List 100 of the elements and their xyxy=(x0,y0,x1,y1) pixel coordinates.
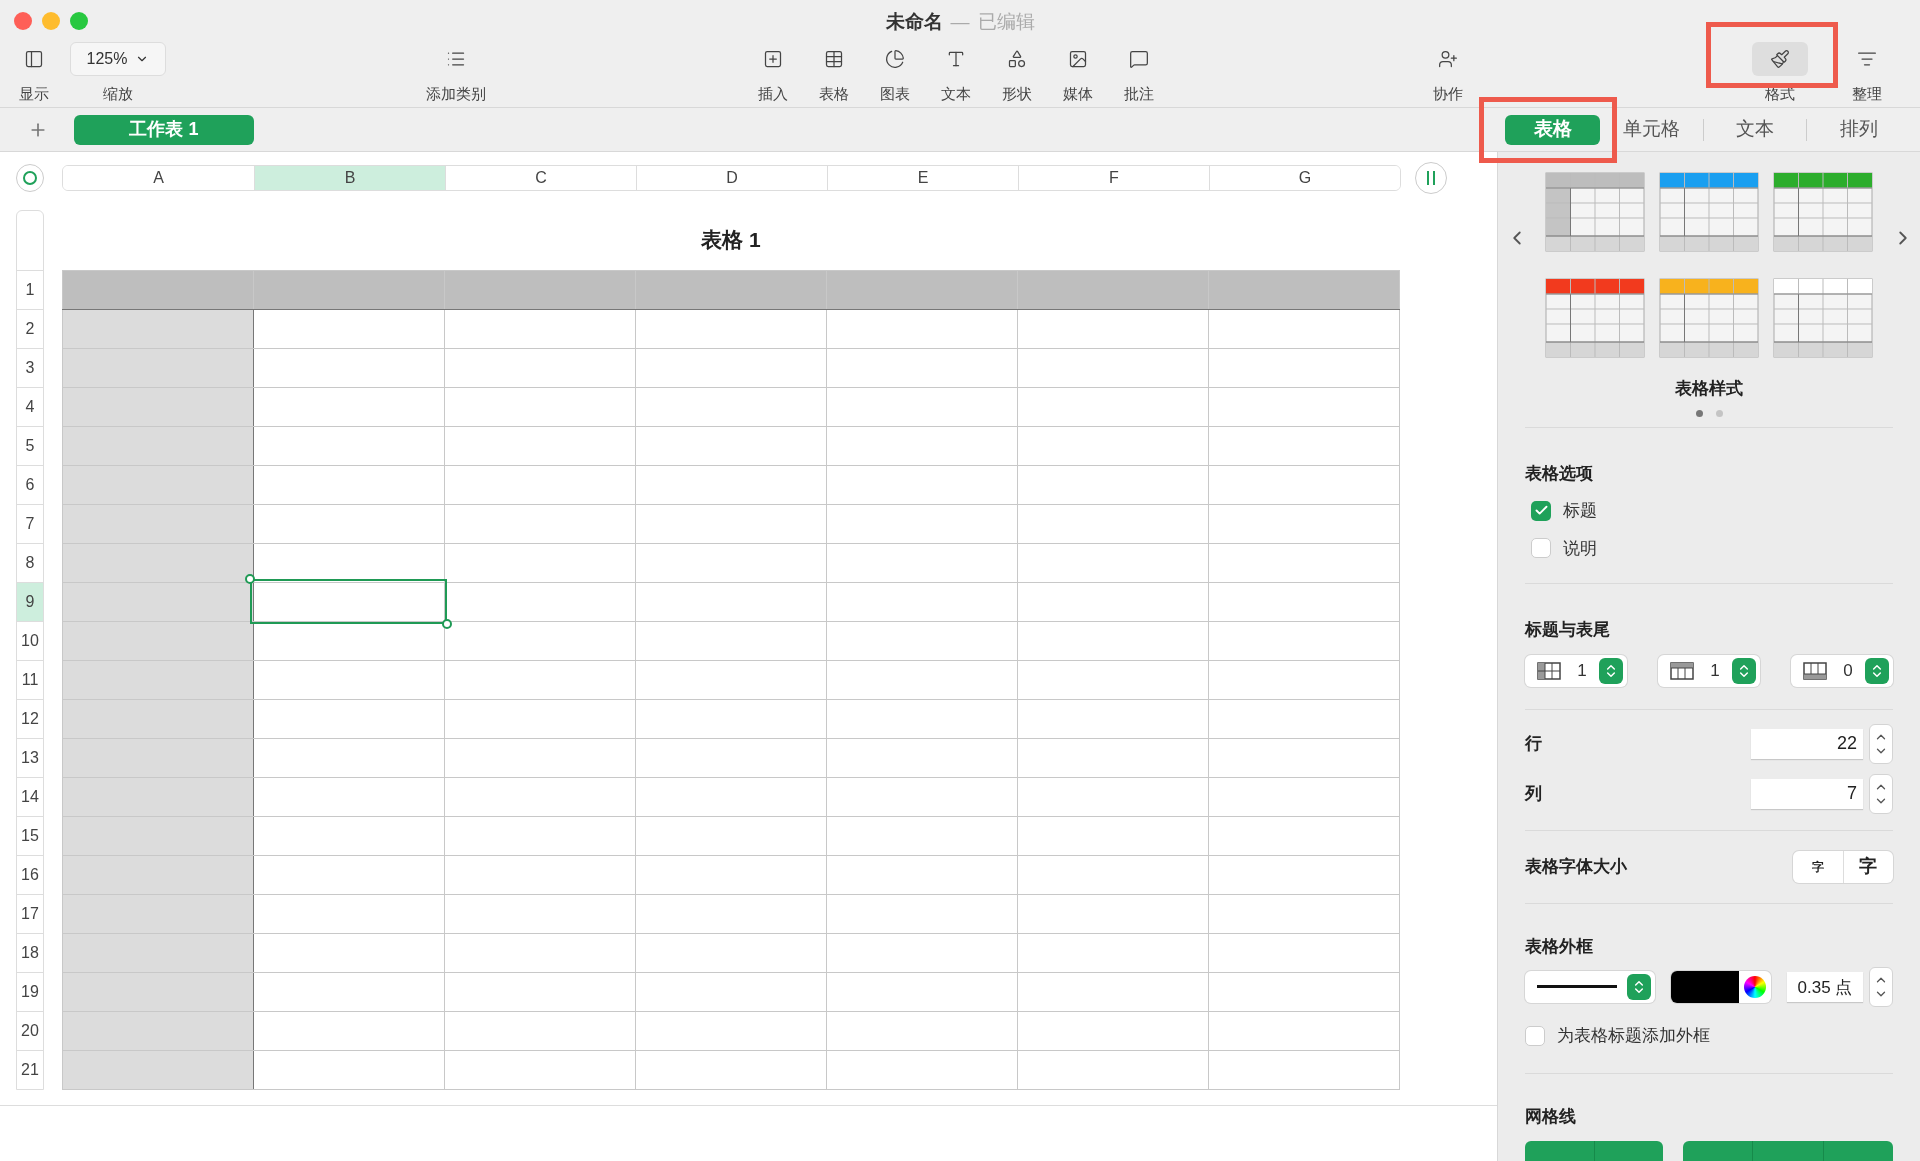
table-cell[interactable] xyxy=(1017,270,1209,310)
table-cell[interactable] xyxy=(635,972,827,1012)
table-cell[interactable] xyxy=(444,972,636,1012)
table-cell[interactable] xyxy=(826,1050,1018,1090)
column-header[interactable]: B xyxy=(254,166,445,190)
table-cell[interactable] xyxy=(444,777,636,817)
toolbar-button[interactable] xyxy=(1752,42,1808,76)
table-cell[interactable] xyxy=(253,855,445,895)
stepper[interactable] xyxy=(1869,723,1893,764)
table-cell[interactable] xyxy=(62,738,254,778)
table-cell[interactable] xyxy=(444,738,636,778)
table-cell[interactable] xyxy=(62,1011,254,1051)
table-cell[interactable] xyxy=(826,543,1018,583)
table-cell[interactable] xyxy=(1017,309,1209,349)
table-cell[interactable] xyxy=(635,699,827,739)
stepper[interactable] xyxy=(1869,773,1893,814)
table-cell[interactable] xyxy=(444,855,636,895)
table-cell[interactable] xyxy=(1017,1050,1209,1090)
color-wheel-icon[interactable] xyxy=(1744,976,1766,998)
table-cell[interactable] xyxy=(62,504,254,544)
table-cell[interactable] xyxy=(253,777,445,817)
zoom-dropdown[interactable]: 125% xyxy=(70,42,166,76)
table-cell[interactable] xyxy=(444,933,636,973)
stepper-button[interactable] xyxy=(1732,657,1756,684)
table-cell[interactable] xyxy=(1017,777,1209,817)
table-cell[interactable] xyxy=(635,933,827,973)
table-cell[interactable] xyxy=(1208,894,1400,934)
table-cell[interactable] xyxy=(1208,816,1400,856)
table-cell[interactable] xyxy=(826,504,1018,544)
table-style-thumbnail[interactable] xyxy=(1545,278,1645,358)
cell-selection[interactable] xyxy=(244,573,453,630)
table-cell[interactable] xyxy=(1017,348,1209,388)
table-cell[interactable] xyxy=(1017,1011,1209,1051)
table-cell[interactable] xyxy=(444,348,636,388)
table-cell[interactable] xyxy=(62,309,254,349)
table-cell[interactable] xyxy=(253,504,445,544)
table-cell[interactable] xyxy=(1017,699,1209,739)
table-cell[interactable] xyxy=(1017,816,1209,856)
table-cell[interactable] xyxy=(1017,621,1209,661)
table-cell[interactable] xyxy=(635,816,827,856)
stepper[interactable] xyxy=(1869,967,1893,1007)
table-cell[interactable] xyxy=(253,933,445,973)
table-cell[interactable] xyxy=(1208,387,1400,427)
table-cell[interactable] xyxy=(253,387,445,427)
table-cell[interactable] xyxy=(826,465,1018,505)
table-cell[interactable] xyxy=(826,972,1018,1012)
table-cell[interactable] xyxy=(253,465,445,505)
header-footer-stepper[interactable]: 0 xyxy=(1791,654,1893,687)
table-cell[interactable] xyxy=(826,270,1018,310)
table-cell[interactable] xyxy=(253,582,445,622)
table-cell[interactable] xyxy=(62,426,254,466)
table-cell[interactable] xyxy=(253,972,445,1012)
table-cell[interactable] xyxy=(444,465,636,505)
table-cell[interactable] xyxy=(1208,1050,1400,1090)
table-cell[interactable] xyxy=(1017,738,1209,778)
table-cell[interactable] xyxy=(1017,855,1209,895)
table-cell[interactable] xyxy=(1017,894,1209,934)
table-cell[interactable] xyxy=(635,465,827,505)
table-cell[interactable] xyxy=(1208,309,1400,349)
table-style-thumbnail[interactable] xyxy=(1773,278,1873,358)
table-cell[interactable] xyxy=(444,270,636,310)
table-cell[interactable] xyxy=(1208,933,1400,973)
table-cell[interactable] xyxy=(635,504,827,544)
number-field[interactable]: 7 xyxy=(1751,778,1863,809)
table-cell[interactable] xyxy=(62,348,254,388)
table-cell[interactable] xyxy=(62,933,254,973)
table-cell[interactable] xyxy=(826,426,1018,466)
table-cell[interactable] xyxy=(826,855,1018,895)
table-cell[interactable] xyxy=(1208,348,1400,388)
table-cell[interactable] xyxy=(444,387,636,427)
table-cell[interactable] xyxy=(1017,387,1209,427)
table-cell[interactable] xyxy=(826,660,1018,700)
table-cell[interactable] xyxy=(253,894,445,934)
table-cell[interactable] xyxy=(253,660,445,700)
table-cell[interactable] xyxy=(444,660,636,700)
table-style-thumbnail[interactable] xyxy=(1773,172,1873,252)
inspector-tab[interactable]: 文本 xyxy=(1703,114,1807,145)
table-cell[interactable] xyxy=(253,816,445,856)
table-cell[interactable] xyxy=(1208,543,1400,583)
table-cell[interactable] xyxy=(1017,543,1209,583)
table-cell[interactable] xyxy=(826,1011,1018,1051)
table-cell[interactable] xyxy=(826,621,1018,661)
table-cell[interactable] xyxy=(1017,972,1209,1012)
table-cell[interactable] xyxy=(635,855,827,895)
table-cell[interactable] xyxy=(444,1050,636,1090)
table-cell[interactable] xyxy=(635,777,827,817)
table-cell[interactable] xyxy=(1017,660,1209,700)
table-style-thumbnail[interactable] xyxy=(1545,172,1645,252)
table-cell[interactable] xyxy=(62,1050,254,1090)
table-cell[interactable] xyxy=(62,387,254,427)
table-cell[interactable] xyxy=(444,699,636,739)
table-cell[interactable] xyxy=(62,972,254,1012)
stepper-button[interactable] xyxy=(1865,657,1889,684)
table-cell[interactable] xyxy=(826,738,1018,778)
table-style-thumbnail[interactable] xyxy=(1659,172,1759,252)
table-cell[interactable] xyxy=(635,660,827,700)
line-style-dropdown[interactable] xyxy=(1525,971,1655,1003)
table-cell[interactable] xyxy=(1208,699,1400,739)
table-cell[interactable] xyxy=(1208,582,1400,622)
zoom-window-button[interactable] xyxy=(70,12,88,30)
